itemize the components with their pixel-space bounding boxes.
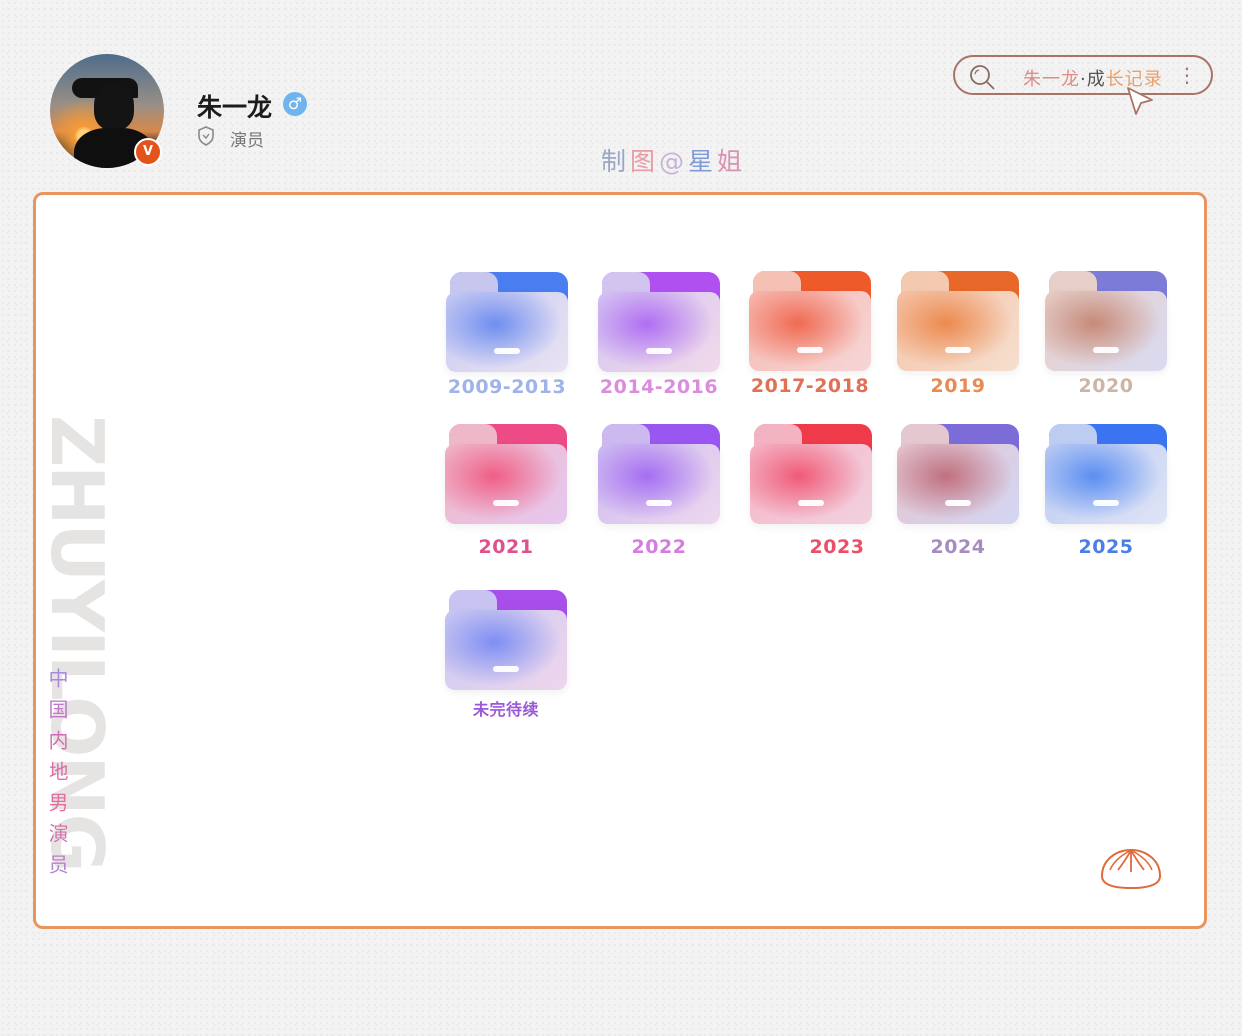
folder-slot	[797, 347, 823, 353]
search-text-part: 成	[1086, 69, 1106, 90]
folder-2009-2013[interactable]: 2009-2013	[446, 272, 576, 402]
folder-2020[interactable]: 2020	[1045, 271, 1175, 401]
folder-pocket	[446, 292, 568, 372]
folder-2014-2016[interactable]: 2014-2016	[598, 272, 728, 402]
folder-label[interactable]: 2009-2013	[426, 376, 588, 398]
kebab-icon[interactable]: ⋮	[1177, 63, 1197, 87]
credit-char: 图	[630, 147, 660, 176]
folder-pocket	[445, 444, 567, 524]
folder-pocket	[897, 444, 1019, 524]
cursor-icon	[1127, 87, 1153, 115]
folder-2021[interactable]: 2021	[445, 424, 575, 558]
avatar-head	[94, 84, 134, 130]
folder-slot	[945, 500, 971, 506]
folder-pocket	[750, 444, 872, 524]
folder-slot	[1093, 500, 1119, 506]
folder-pocket	[598, 444, 720, 524]
folder-label[interactable]: 2017-2018	[729, 375, 891, 397]
folder-2019[interactable]: 2019	[897, 271, 1027, 401]
folder-slot	[493, 500, 519, 506]
folder-2025[interactable]: 2025	[1045, 424, 1175, 558]
verified-icon: V	[134, 138, 162, 166]
search-text-part: 朱一龙	[1023, 69, 1080, 90]
folder-to-be-continued[interactable]: 未完待续	[445, 590, 575, 720]
folder-slot	[945, 347, 971, 353]
folder-slot	[493, 666, 519, 672]
folder-2017-2018[interactable]: 2017-2018	[749, 271, 879, 401]
folder-pocket	[749, 291, 871, 371]
folder-label[interactable]: 2020	[1025, 375, 1187, 397]
folder-label[interactable]: 2022	[578, 536, 740, 558]
folder-slot	[646, 348, 672, 354]
shield-icon	[198, 126, 214, 146]
steamed-bun-icon	[1100, 848, 1162, 890]
credit-char: 制	[601, 147, 631, 176]
gender-male-icon: ♂	[283, 92, 307, 116]
folder-label[interactable]: 2024	[877, 536, 1039, 558]
folder-pocket	[598, 292, 720, 372]
folder-label[interactable]: 2025	[1025, 536, 1187, 558]
folder-slot	[494, 348, 520, 354]
folder-label[interactable]: 2021	[425, 536, 587, 558]
folder-slot	[646, 500, 672, 506]
folder-pocket	[1045, 291, 1167, 371]
search-bar[interactable]: 朱一龙·成长记录 ⋮	[953, 55, 1213, 95]
folder-2022[interactable]: 2022	[598, 424, 728, 558]
credit-char: 姐	[717, 147, 747, 176]
folder-2024[interactable]: 2024	[897, 424, 1027, 558]
search-text-part: ·	[1080, 69, 1087, 90]
credit-line: 制图@星姐	[601, 142, 746, 178]
folder-slot	[1093, 347, 1119, 353]
folder-pocket	[1045, 444, 1167, 524]
folder-label[interactable]: 2019	[877, 375, 1039, 397]
folder-slot	[798, 500, 824, 506]
credit-char: @	[659, 147, 689, 176]
folder-2023[interactable]: 2023	[750, 424, 880, 558]
folder-label[interactable]: 2014-2016	[578, 376, 740, 398]
credit-char: 星	[688, 147, 718, 176]
profile-role: 演员	[230, 131, 264, 151]
vertical-caption: 中国内地男演员	[45, 668, 72, 885]
search-icon[interactable]	[967, 63, 997, 91]
folder-pocket	[897, 291, 1019, 371]
profile-name[interactable]: 朱一龙	[197, 88, 272, 124]
folder-label[interactable]: 未完待续	[425, 696, 587, 720]
folder-pocket	[445, 610, 567, 690]
